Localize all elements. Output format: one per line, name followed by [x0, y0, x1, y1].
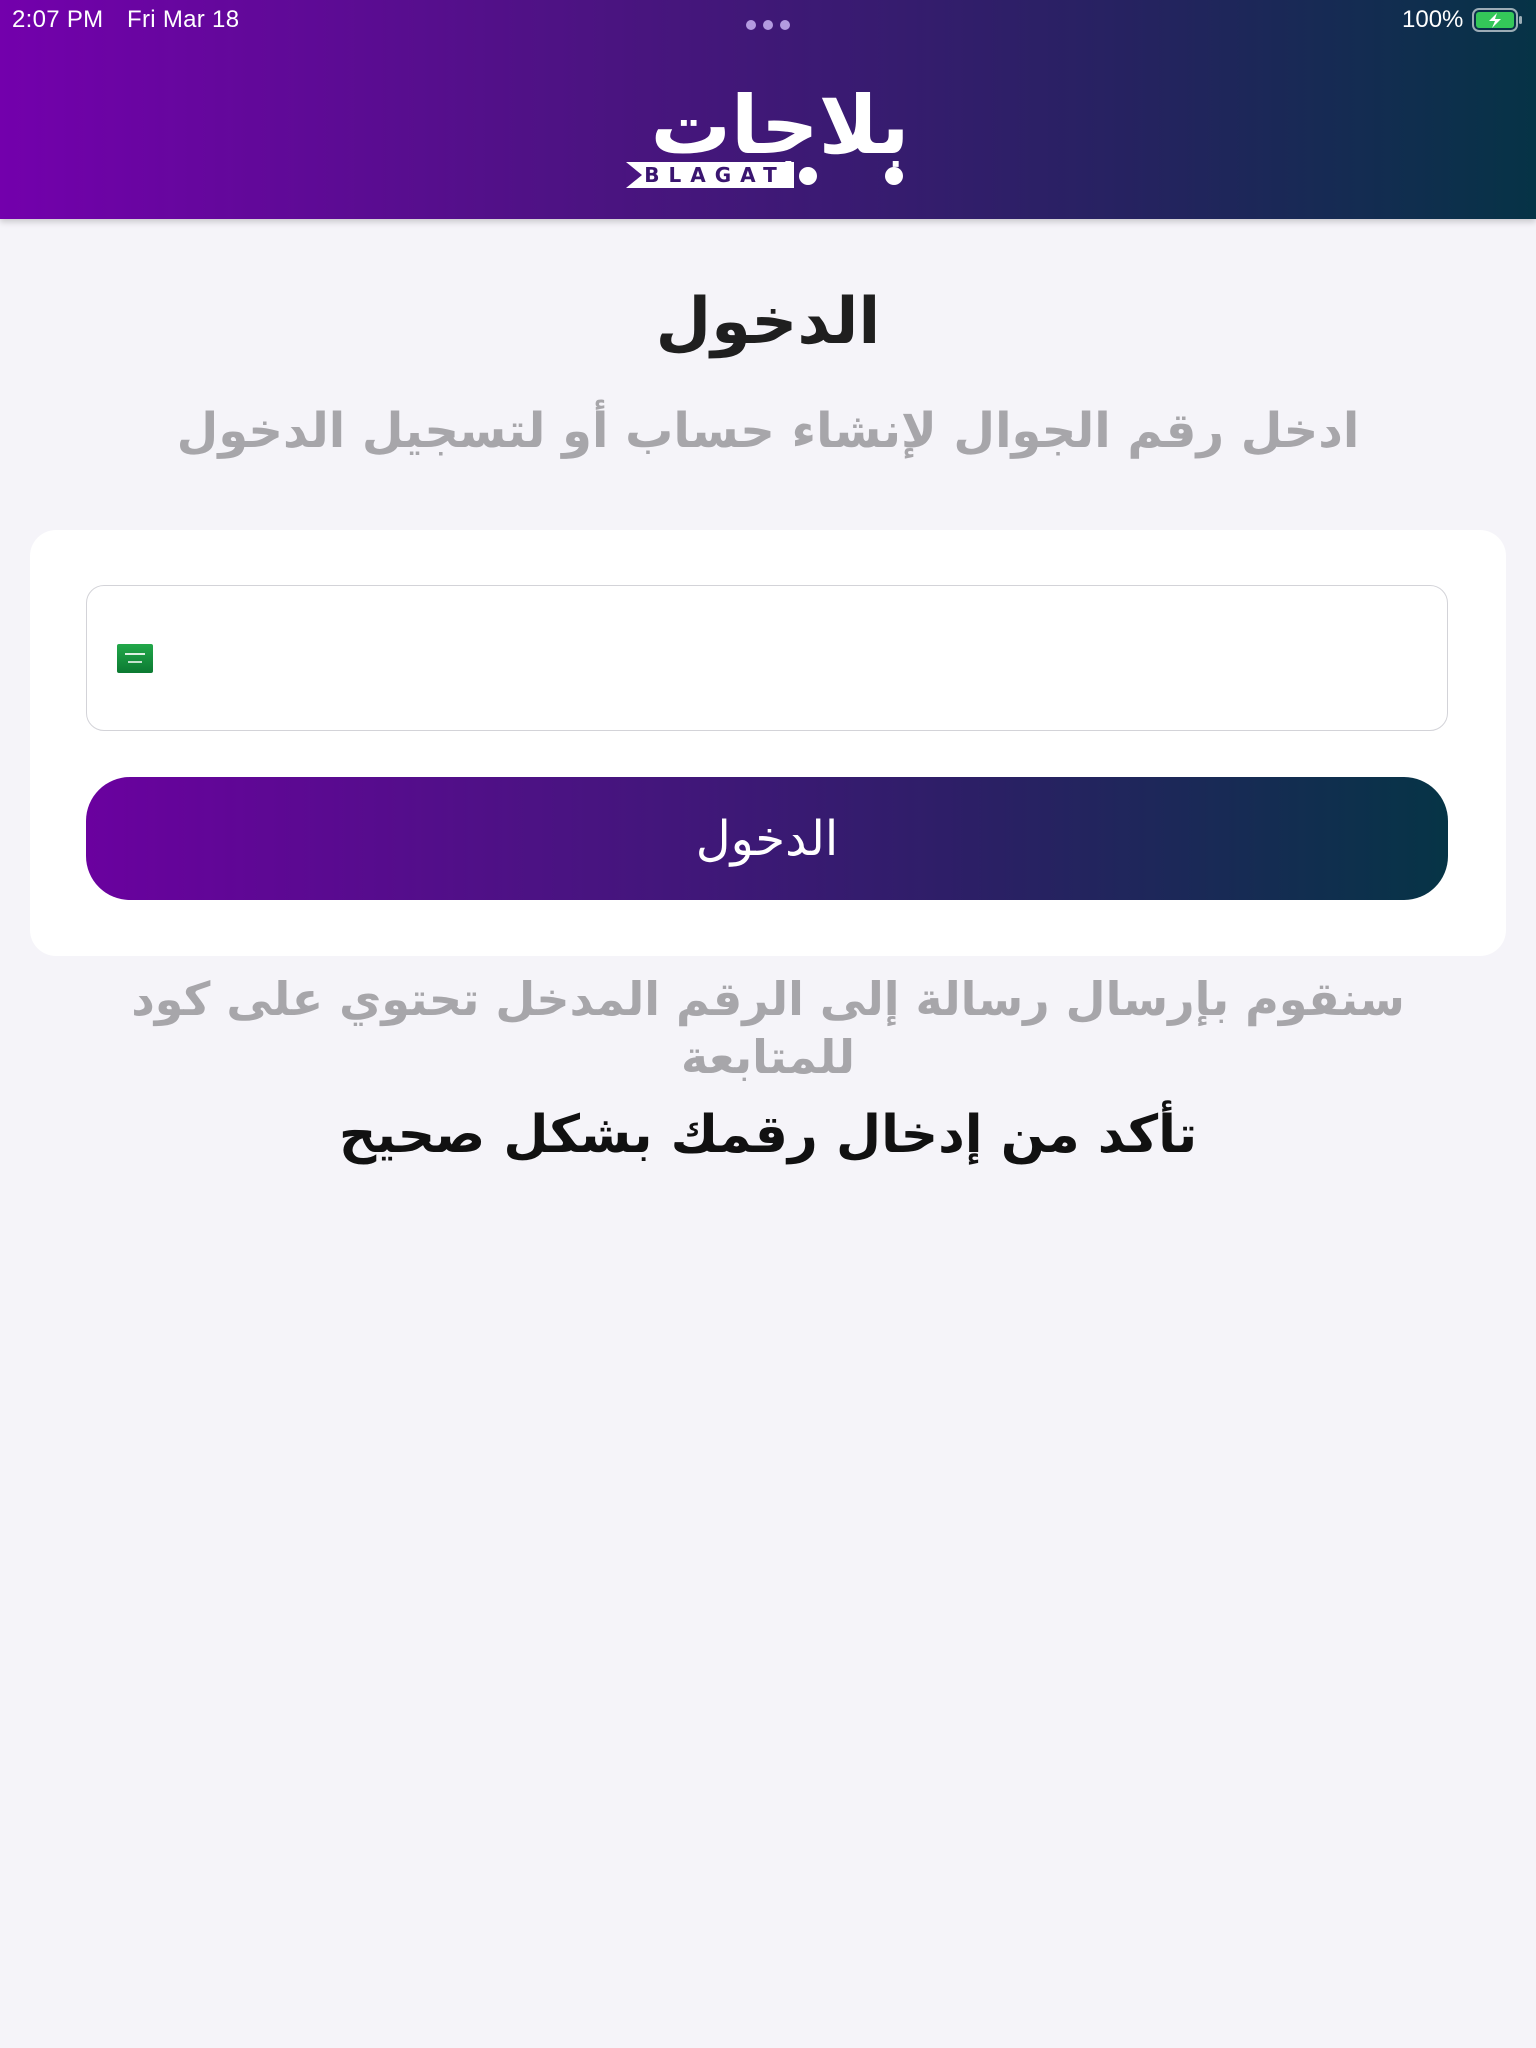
- phone-number-input[interactable]: [167, 586, 1431, 731]
- status-date: Fri Mar 18: [127, 6, 240, 33]
- app-header: 2:07 PM Fri Mar 18 100% BLAGAT بلاجات: [0, 0, 1536, 219]
- page-title: الدخول: [655, 285, 881, 359]
- status-time: 2:07 PM: [12, 6, 104, 33]
- multitask-dots-icon[interactable]: [746, 20, 790, 30]
- sms-info-text: سنقوم بإرسال رسالة إلى الرقم المدخل تحتو…: [131, 972, 1405, 1084]
- login-button[interactable]: الدخول: [86, 777, 1448, 900]
- battery-percent: 100%: [1402, 6, 1464, 33]
- page-subtitle: ادخل رقم الجوال لإنشاء حساب أو لتسجيل ال…: [176, 403, 1360, 459]
- verify-number-warning: تأكد من إدخال رقمك بشكل صحيح: [338, 1105, 1198, 1165]
- logo-arabic-text: بلاجات: [651, 79, 910, 172]
- blagat-logo: BLAGAT بلاجات: [626, 79, 910, 188]
- phone-number-field[interactable]: [86, 585, 1448, 731]
- saudi-flag-icon[interactable]: [117, 644, 153, 673]
- battery-charging-icon: [1472, 8, 1522, 32]
